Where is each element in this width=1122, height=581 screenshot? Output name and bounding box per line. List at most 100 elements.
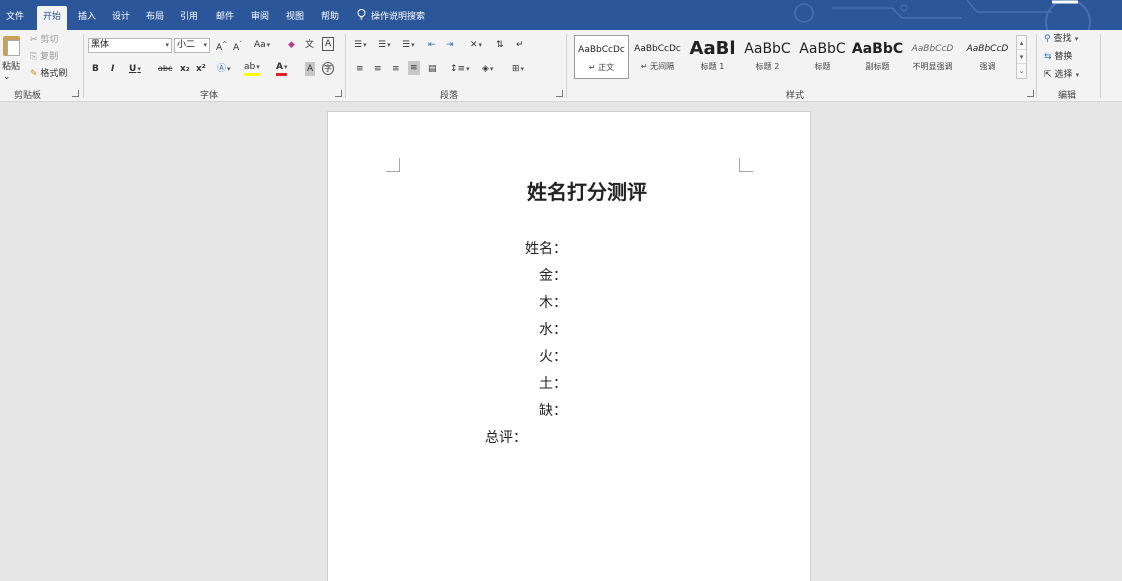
- font-size-select[interactable]: 小二 ▾: [174, 38, 210, 53]
- sort-button[interactable]: ⇅: [496, 38, 504, 52]
- paintbrush-icon: ✎: [30, 69, 41, 79]
- tell-me-label: 操作说明搜索: [371, 12, 426, 22]
- numbering-button[interactable]: ☰▾: [378, 38, 391, 52]
- tab-references[interactable]: 引用: [180, 0, 198, 30]
- style-heading-2[interactable]: AaBbC 标题 2: [740, 35, 795, 79]
- shading-button[interactable]: ◈▾: [482, 62, 493, 76]
- strikethrough-button[interactable]: abc: [158, 62, 172, 76]
- field-name: 姓名：: [525, 241, 567, 257]
- chevron-down-icon: ▾: [165, 41, 169, 49]
- align-center-button[interactable]: ≡: [374, 62, 382, 76]
- tab-home[interactable]: 开始: [37, 6, 68, 30]
- chevron-up-icon[interactable]: ▴: [1017, 36, 1026, 50]
- font-family-value: 黑体: [91, 40, 110, 50]
- paragraph-group-label: 段落: [440, 91, 459, 101]
- ribbon-decoration-graphic: [794, 0, 1091, 30]
- lightbulb-icon: [357, 9, 366, 20]
- tell-me-search[interactable]: 操作说明搜索: [357, 0, 425, 30]
- phonetic-guide-button[interactable]: 文: [305, 38, 314, 52]
- font-group-label: 字体: [200, 91, 219, 101]
- enclose-characters-button[interactable]: 字: [322, 62, 334, 75]
- field-lacking: 缺：: [539, 403, 567, 419]
- highlight-color-button[interactable]: ab▾: [244, 62, 260, 76]
- clipboard-dialog-launcher-icon[interactable]: [72, 90, 79, 97]
- numbered-list-icon: ☰: [378, 40, 387, 50]
- style-subtitle[interactable]: AaBbC 副标题: [850, 35, 905, 79]
- borders-button[interactable]: ⊞▾: [512, 62, 524, 76]
- style-emphasis[interactable]: AaBbCcD 强调: [960, 35, 1015, 79]
- paste-icon[interactable]: [3, 36, 20, 56]
- phonetic-guide-icon: 文: [305, 40, 315, 50]
- field-water: 水：: [539, 322, 567, 338]
- replace-button[interactable]: ⇆ 替换: [1044, 50, 1072, 64]
- find-label: 查找: [1053, 34, 1072, 44]
- align-right-button[interactable]: ≡: [392, 62, 400, 76]
- scissors-icon: ✂: [30, 35, 41, 45]
- tab-design[interactable]: 设计: [112, 0, 130, 30]
- style-sample: AaBbCcDc: [634, 44, 681, 54]
- tab-mailings[interactable]: 邮件: [216, 0, 234, 30]
- underline-icon: U: [129, 64, 137, 74]
- ribbon-home: 粘贴 ⌄ ✂ 剪切 ⎘ 复制 ✎ 格式刷 剪贴板 黑体 ▾ 小二 ▾ A^ Aˇ…: [0, 30, 1122, 102]
- copy-icon: ⎘: [30, 52, 41, 62]
- document-page[interactable]: 姓名打分测评 姓名： 金： 木： 水： 火： 土： 缺： 总评：: [327, 111, 811, 581]
- style-subtle-emphasis[interactable]: AaBbCcD 不明显强调: [905, 35, 960, 79]
- chinese-layout-button[interactable]: ✕▾: [470, 38, 482, 52]
- paragraph-dialog-launcher-icon[interactable]: [556, 90, 563, 97]
- change-case-button[interactable]: Aa▾: [254, 38, 270, 52]
- align-left-button[interactable]: ≡: [356, 62, 364, 76]
- field-earth: 土：: [539, 376, 567, 392]
- select-button[interactable]: ⇱ 选择 ▾: [1044, 68, 1079, 82]
- character-shading-button[interactable]: A: [305, 62, 316, 76]
- tab-layout[interactable]: 布局: [146, 0, 164, 30]
- style-normal[interactable]: AaBbCcDc ↵ 正文: [574, 35, 629, 79]
- tab-file[interactable]: 文件: [6, 0, 24, 30]
- shrink-font-button[interactable]: Aˇ: [233, 38, 242, 55]
- style-sample: AaBbC: [744, 41, 791, 57]
- font-dialog-launcher-icon[interactable]: [335, 90, 342, 97]
- tab-insert[interactable]: 插入: [78, 0, 96, 30]
- more-styles-icon[interactable]: ⌄: [1017, 64, 1026, 78]
- line-spacing-icon: ↕≡: [450, 64, 466, 74]
- line-spacing-button[interactable]: ↕≡▾: [450, 62, 470, 76]
- replace-label: 替换: [1054, 52, 1073, 62]
- chevron-down-icon[interactable]: ▾: [1017, 50, 1026, 64]
- decrease-indent-button[interactable]: ⇤: [428, 38, 436, 52]
- paste-dropdown-icon[interactable]: ⌄: [3, 70, 11, 84]
- superscript-button[interactable]: x²: [196, 62, 206, 76]
- style-name: 标题 2: [755, 62, 780, 71]
- styles-gallery-scroll[interactable]: ▴ ▾ ⌄: [1016, 35, 1027, 79]
- tab-help[interactable]: 帮助: [321, 0, 339, 30]
- underline-button[interactable]: U▾: [129, 62, 141, 76]
- clear-formatting-button[interactable]: ◆: [288, 38, 295, 52]
- format-painter-button[interactable]: ✎ 格式刷: [30, 67, 67, 81]
- tab-review[interactable]: 审阅: [251, 0, 269, 30]
- justify-button[interactable]: ≡: [408, 61, 420, 75]
- style-name: 标题: [814, 62, 831, 71]
- styles-dialog-launcher-icon[interactable]: [1027, 90, 1034, 97]
- cut-button[interactable]: ✂ 剪切: [30, 33, 58, 47]
- margin-corner-mark: [739, 158, 753, 172]
- distributed-button[interactable]: ▤: [428, 62, 437, 76]
- font-size-value: 小二: [177, 40, 196, 50]
- font-color-button[interactable]: A▾: [276, 62, 288, 76]
- text-effects-button[interactable]: Ⓐ▾: [217, 62, 231, 76]
- show-hide-marks-button[interactable]: ↵: [516, 38, 524, 52]
- copy-button[interactable]: ⎘ 复制: [30, 50, 58, 64]
- italic-button[interactable]: I: [111, 62, 114, 76]
- style-title[interactable]: AaBbC 标题: [795, 35, 850, 79]
- increase-indent-button[interactable]: ⇥: [446, 38, 454, 52]
- bullets-button[interactable]: ☰▾: [354, 38, 367, 52]
- style-heading-1[interactable]: AaBl 标题 1: [685, 35, 740, 79]
- eraser-icon: ◆: [288, 40, 295, 50]
- font-family-select[interactable]: 黑体 ▾: [88, 38, 172, 53]
- subscript-button[interactable]: x₂: [180, 62, 190, 76]
- multilevel-list-button[interactable]: ☰▾: [402, 38, 415, 52]
- cut-label: 剪切: [40, 35, 59, 45]
- character-border-button[interactable]: A: [322, 37, 335, 51]
- bold-button[interactable]: B: [92, 62, 99, 76]
- tab-view[interactable]: 视图: [286, 0, 304, 30]
- style-no-spacing[interactable]: AaBbCcDc ↵ 无间隔: [630, 35, 685, 79]
- grow-font-button[interactable]: A^: [216, 38, 227, 55]
- find-button[interactable]: ⚲ 查找 ▾: [1044, 32, 1078, 46]
